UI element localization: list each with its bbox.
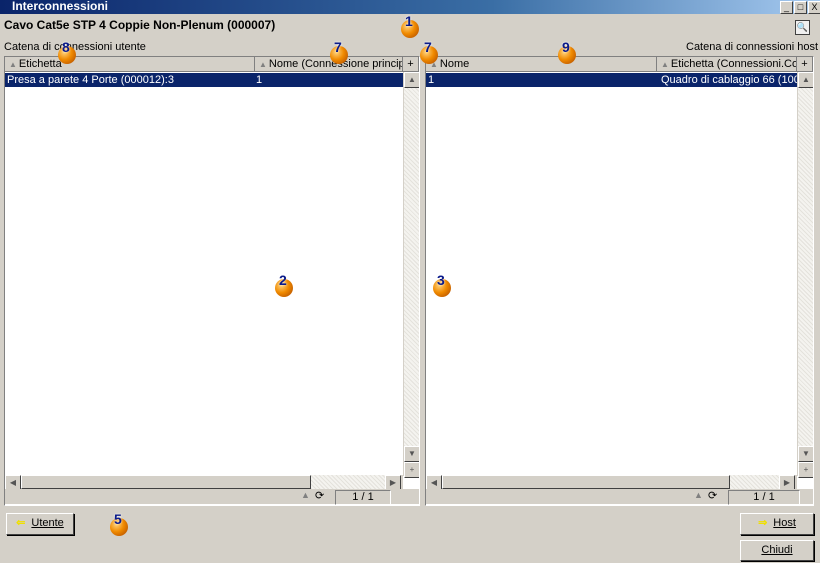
vertical-scrollbar[interactable]: ▲ ▼ + [797, 72, 813, 478]
callout-marker: 8 [58, 39, 76, 64]
callout-marker: 3 [433, 272, 451, 297]
record-title: Cavo Cat5e STP 4 Coppie Non-Plenum (0000… [4, 18, 276, 32]
host-chain-list: ▲ Nome ▲ Etichetta (Connessioni.Con + 1 Qu… [425, 56, 814, 506]
scroll-track[interactable] [311, 475, 385, 489]
sort-icon[interactable]: ▲ [301, 490, 310, 500]
cell-etichetta: Presa a parete 4 Porte (000012):3 [7, 74, 174, 86]
column-header-nome[interactable]: ▲Nome (Connessione principale [255, 57, 403, 72]
arrow-right-icon: ⇒ [758, 517, 768, 529]
vertical-scrollbar[interactable]: ▲ ▼ + [403, 72, 419, 478]
column-header-etichetta[interactable]: ▲ Etichetta [5, 57, 255, 72]
callout-marker: 7 [330, 39, 348, 64]
table-row[interactable]: Presa a parete 4 Porte (000012):3 1 [5, 73, 403, 87]
minimize-button[interactable]: _ [780, 1, 793, 14]
table-row[interactable]: 1 Quadro di cablaggio 66 (100 p [426, 73, 797, 87]
refresh-icon[interactable]: ⟳ [315, 489, 324, 502]
scroll-track[interactable] [730, 475, 779, 489]
scroll-down-icon[interactable]: ▼ [404, 446, 419, 462]
arrow-left-icon: ⇐ [16, 517, 26, 529]
callout-marker: 2 [275, 272, 293, 297]
maximize-button[interactable]: □ [794, 1, 807, 14]
user-chain-list: ▲Etichetta ▲Nome (Connessione principale… [4, 56, 420, 506]
list-footer: ▲ ⟳ 1 / 1 [426, 489, 813, 505]
page-indicator: 1 / 1 [728, 490, 800, 505]
column-header-nome[interactable]: ▲ Nome [426, 57, 657, 72]
scroll-thumb[interactable] [442, 475, 730, 489]
right-caption: Catena di connessioni host [686, 41, 819, 53]
list-footer: ▲ ⟳ 1 / 1 [5, 489, 419, 505]
callout-marker: 7 [420, 39, 438, 64]
host-button[interactable]: ⇒ Host [740, 513, 814, 535]
horizontal-scrollbar[interactable]: ◀ ▶ [5, 475, 403, 491]
sort-icon[interactable]: ▲ [694, 490, 703, 500]
window-title: Interconnessioni [12, 0, 109, 13]
zoom-icon[interactable]: 🔍 [795, 20, 810, 35]
title-bar: Interconnessioni _ □ X [0, 0, 820, 14]
scroll-thumb[interactable] [21, 475, 311, 489]
cell-etichetta: Quadro di cablaggio 66 (100 p [661, 74, 797, 86]
horizontal-scrollbar[interactable]: ◀ ▶ [426, 475, 797, 491]
cell-nome: 1 [256, 74, 263, 86]
cell-nome: 1 [428, 74, 435, 86]
refresh-icon[interactable]: ⟳ [708, 489, 717, 502]
callout-marker: 1 [401, 13, 419, 38]
scroll-down-icon[interactable]: ▼ [798, 446, 813, 462]
callout-marker: 5 [110, 511, 128, 536]
column-header-etichetta[interactable]: ▲ Etichetta (Connessioni.Con [657, 57, 797, 72]
scroll-up-icon[interactable]: ▲ [404, 72, 419, 88]
close-button[interactable]: X [808, 1, 820, 14]
scroll-plus-icon[interactable]: + [404, 462, 419, 478]
scroll-plus-icon[interactable]: + [798, 462, 813, 478]
scroll-up-icon[interactable]: ▲ [798, 72, 813, 88]
chiudi-button[interactable]: Chiudi [740, 540, 814, 561]
page-indicator: 1 / 1 [335, 490, 391, 505]
add-column-icon[interactable]: + [797, 57, 813, 72]
utente-button[interactable]: ⇐ Utente [6, 513, 74, 535]
callout-marker: 9 [558, 39, 576, 64]
add-column-icon[interactable]: + [403, 57, 419, 72]
